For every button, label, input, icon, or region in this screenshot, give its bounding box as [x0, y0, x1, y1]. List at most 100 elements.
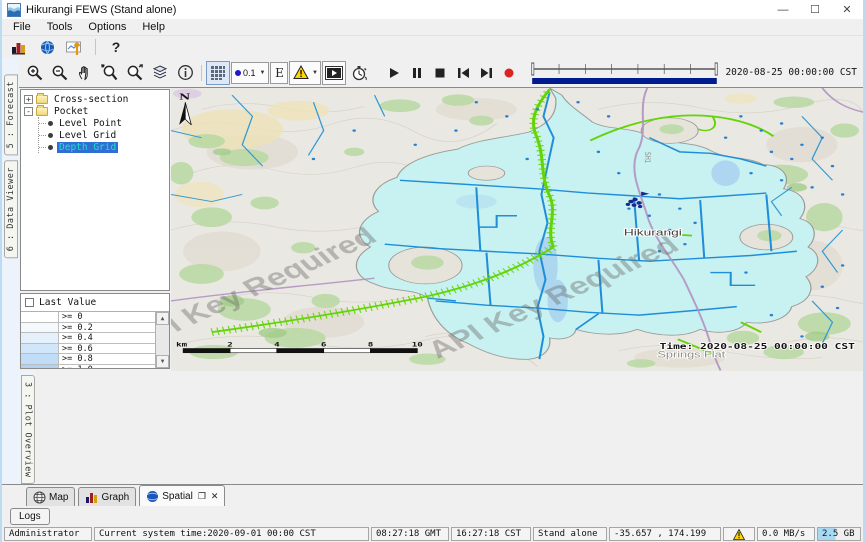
- legend-toggle-button[interactable]: E: [270, 62, 288, 84]
- chevron-down-icon: ▼: [312, 70, 318, 76]
- menu-help[interactable]: Help: [135, 20, 172, 34]
- map-canvas[interactable]: API Key Required API Key Required N Hiku…: [171, 88, 863, 371]
- legend-label: >= 0.8: [59, 354, 155, 364]
- tab-map[interactable]: Map: [26, 487, 75, 506]
- tab-spatial[interactable]: Spatial ❐ ✕: [139, 485, 225, 506]
- last-value-checkbox[interactable]: [25, 298, 34, 307]
- threshold-icon: [235, 70, 241, 76]
- app-logo-icon: [7, 3, 21, 17]
- tree-item-level-grid[interactable]: Level Grid: [39, 129, 169, 141]
- legend-row: >= 0: [21, 312, 155, 323]
- menu-bar: File Tools Options Help: [2, 19, 863, 36]
- expand-icon[interactable]: +: [24, 95, 33, 104]
- pan-icon[interactable]: [73, 61, 97, 85]
- info-icon[interactable]: [173, 61, 197, 85]
- warning-dropdown[interactable]: ▼: [289, 61, 321, 85]
- tree-item-depth-grid[interactable]: Depth Grid: [39, 141, 169, 153]
- legend-label: >= 0.2: [59, 323, 155, 333]
- legend-label: >= 0: [59, 312, 155, 322]
- step-back-icon[interactable]: [452, 61, 474, 85]
- menu-file[interactable]: File: [6, 20, 38, 34]
- right-tab-strip: 3 : Plot Overview: [19, 371, 36, 485]
- map-toolbar: 0.1 ▼ E ▼: [19, 58, 863, 88]
- app-window: Hikurangi FEWS (Stand alone) — ☐ ✕ File …: [0, 0, 865, 542]
- legend-rows: >= 0>= 0.2>= 0.4>= 0.6>= 0.8>= 1.0>= 1.2…: [21, 312, 155, 368]
- tree-label: Level Grid: [57, 130, 118, 141]
- status-coordinates: -35.657 , 174.199: [609, 527, 721, 541]
- scroll-up-icon[interactable]: ▲: [156, 312, 169, 325]
- tab-label: Map: [49, 492, 68, 503]
- logs-button[interactable]: Logs: [10, 508, 50, 525]
- zoom-in-icon[interactable]: [23, 61, 47, 85]
- menu-options[interactable]: Options: [81, 20, 133, 34]
- folder-icon: [36, 107, 48, 116]
- database-icon[interactable]: [8, 37, 30, 57]
- record-icon[interactable]: [498, 61, 520, 85]
- map-time-label: Time: 2020-08-25 00:00:00 CST: [660, 342, 855, 352]
- bullet-icon: [48, 145, 53, 150]
- timer-icon[interactable]: [347, 61, 371, 85]
- tab-graph[interactable]: Graph: [78, 487, 136, 506]
- step-forward-icon[interactable]: [475, 61, 497, 85]
- stop-icon[interactable]: [429, 61, 451, 85]
- legend-row: >= 0.2: [21, 323, 155, 334]
- svg-text:10: 10: [412, 341, 423, 348]
- tree-label: Pocket: [52, 106, 90, 117]
- close-button[interactable]: ✕: [831, 0, 863, 19]
- legend-scrollbar[interactable]: ▲ ▼: [155, 312, 169, 368]
- pause-icon[interactable]: [406, 61, 428, 85]
- tree-label-selected: Depth Grid: [57, 142, 118, 153]
- layer-tree: + Cross-section - Pocket Lev: [20, 89, 170, 291]
- left-tab-strip: 5 : Forecast 6 : Data Viewer: [2, 58, 19, 484]
- tab-plot-overview[interactable]: 3 : Plot Overview: [21, 375, 35, 485]
- chevron-down-icon: ▼: [260, 70, 266, 76]
- graph-tab-icon: [85, 491, 98, 504]
- tree-item-pocket[interactable]: - Pocket: [24, 105, 169, 117]
- grid-icon[interactable]: [206, 61, 230, 85]
- window-title: Hikurangi FEWS (Stand alone): [26, 4, 176, 16]
- zoom-previous-icon[interactable]: [98, 61, 122, 85]
- tab-label: Graph: [101, 492, 129, 503]
- tree-item-level-point[interactable]: Level Point: [39, 117, 169, 129]
- svg-text:2: 2: [227, 341, 233, 348]
- zoom-next-icon[interactable]: [123, 61, 147, 85]
- status-mode: Stand alone: [533, 527, 607, 541]
- legend-swatch: [21, 333, 59, 343]
- tab-forecast[interactable]: 5 : Forecast: [4, 74, 18, 155]
- time-slider[interactable]: [531, 60, 718, 86]
- svg-text:4: 4: [274, 341, 280, 348]
- status-download-speed: 0.0 MB/s: [757, 527, 815, 541]
- main-toolbar: ?: [2, 36, 863, 58]
- minimize-button[interactable]: —: [767, 0, 799, 19]
- tree-item-cross-section[interactable]: + Cross-section: [24, 93, 169, 105]
- legend-row: >= 1.0: [21, 365, 155, 368]
- threshold-dropdown[interactable]: 0.1 ▼: [231, 62, 269, 84]
- legend-row: >= 0.4: [21, 333, 155, 344]
- spatial-display-icon[interactable]: [64, 37, 86, 57]
- threshold-value: 0.1: [243, 68, 256, 78]
- current-datetime: 2020-08-25 00:00:00 CST: [725, 67, 859, 78]
- zoom-out-icon[interactable]: [48, 61, 72, 85]
- help-button[interactable]: ?: [105, 37, 127, 57]
- status-warning-icon[interactable]: [723, 527, 755, 541]
- logs-row: Logs: [2, 506, 863, 526]
- maximize-button[interactable]: ☐: [799, 0, 831, 19]
- play-icon[interactable]: [383, 61, 405, 85]
- tree-label: Level Point: [57, 118, 124, 129]
- town-label: Hikurangi: [624, 227, 682, 238]
- globe-icon[interactable]: [36, 37, 58, 57]
- tab-data-viewer[interactable]: 6 : Data Viewer: [4, 160, 18, 258]
- road-label: SH1: [643, 152, 651, 163]
- layers-icon[interactable]: [148, 61, 172, 85]
- collapse-icon[interactable]: -: [24, 107, 33, 116]
- legend-label: >= 1.0: [59, 365, 155, 368]
- scroll-down-icon[interactable]: ▼: [156, 355, 169, 368]
- animation-icon[interactable]: [322, 61, 346, 85]
- menu-tools[interactable]: Tools: [40, 20, 80, 34]
- dock-close-icon[interactable]: ✕: [211, 491, 219, 502]
- tab-label: Spatial: [162, 491, 193, 502]
- status-gmt-time: 08:27:18 GMT: [371, 527, 449, 541]
- dock-maximize-icon[interactable]: ❐: [198, 491, 206, 502]
- left-panel: + Cross-section - Pocket Lev: [19, 88, 171, 371]
- status-memory: 2.5 GB: [817, 527, 861, 541]
